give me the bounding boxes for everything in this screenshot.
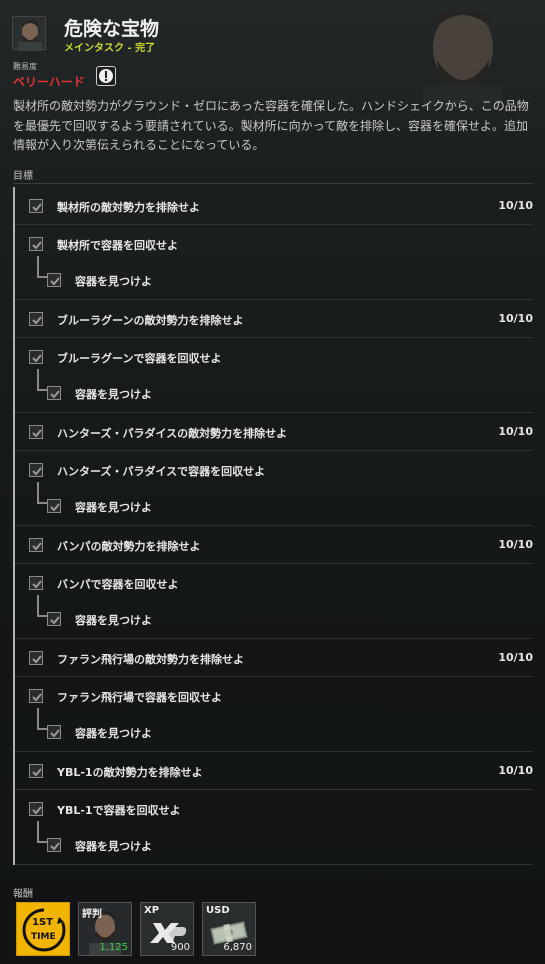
- subobjective-text: 容器を見つけよ: [75, 501, 152, 514]
- checkbox-checked-icon: [29, 350, 43, 364]
- checkbox-checked-icon: [47, 386, 61, 400]
- checkbox-checked-icon: [29, 538, 43, 552]
- reward-usd[interactable]: USD 6,870: [202, 902, 256, 956]
- checkbox-checked-icon: [47, 499, 61, 513]
- objective-progress: 10/10: [498, 425, 533, 438]
- xp-value: 900: [170, 942, 190, 953]
- checkbox-checked-icon: [29, 802, 43, 816]
- objective-text: バンパで容器を回収せよ: [57, 578, 179, 591]
- first-time-icon: [22, 907, 66, 952]
- objective-group-eliminate: YBL-1の敵対勢力を排除せよ 10/10: [13, 752, 533, 790]
- checkbox-checked-icon: [29, 237, 43, 251]
- xp-title: XP: [144, 905, 160, 916]
- checkbox-checked-icon: [29, 425, 43, 439]
- checkbox-checked-icon: [47, 838, 61, 852]
- reputation-title: 評判: [82, 909, 102, 920]
- objective-row[interactable]: ファラン飛行場で容器を回収せよ: [15, 677, 533, 713]
- divider: [13, 183, 533, 184]
- divider: [15, 864, 533, 865]
- difficulty-value: ベリーハード: [13, 75, 85, 89]
- objective-row[interactable]: ファラン飛行場の敵対勢力を排除せよ 10/10: [15, 639, 533, 675]
- objective-group-collect: バンパで容器を回収せよ容器を見つけよ: [13, 564, 533, 639]
- objective-group-collect: YBL-1で容器を回収せよ容器を見つけよ: [13, 790, 533, 865]
- subobjective-row[interactable]: 容器を見つけよ: [15, 713, 533, 749]
- objective-row[interactable]: バンパで容器を回収せよ: [15, 564, 533, 600]
- objective-group-eliminate: ファラン飛行場の敵対勢力を排除せよ 10/10: [13, 639, 533, 677]
- usd-value: 6,870: [223, 942, 252, 953]
- objective-text: バンパの敵対勢力を排除せよ: [57, 540, 201, 553]
- checkbox-checked-icon: [29, 199, 43, 213]
- objective-text: ブルーラグーンの敵対勢力を排除せよ: [57, 314, 244, 327]
- subobjective-text: 容器を見つけよ: [75, 840, 152, 853]
- reward-reputation[interactable]: 評判 1,125: [78, 902, 132, 956]
- subobjective-text: 容器を見つけよ: [75, 388, 152, 401]
- reward-first-time[interactable]: 1ST TIME: [16, 902, 70, 956]
- subobjective-row[interactable]: 容器を見つけよ: [15, 600, 533, 636]
- objective-row[interactable]: ハンターズ・パラダイスの敵対勢力を排除せよ 10/10: [15, 413, 533, 449]
- objective-text: 製材所の敵対勢力を排除せよ: [57, 201, 200, 214]
- objective-text: ハンターズ・パラダイスで容器を回収せよ: [57, 465, 266, 478]
- first-time-text: TIME: [31, 932, 56, 942]
- checkbox-checked-icon: [29, 689, 43, 703]
- subobjective-row[interactable]: 容器を見つけよ: [15, 374, 533, 410]
- usd-title: USD: [206, 905, 230, 916]
- checkbox-checked-icon: [29, 764, 43, 778]
- checkbox-checked-icon: [47, 612, 61, 626]
- subobjective-row[interactable]: 容器を見つけよ: [15, 487, 533, 523]
- objectives-label: 目標: [13, 171, 33, 182]
- objective-group-collect: ハンターズ・パラダイスで容器を回収せよ容器を見つけよ: [13, 451, 533, 526]
- objective-text: ファラン飛行場で容器を回収せよ: [57, 691, 222, 704]
- checkbox-checked-icon: [29, 576, 43, 590]
- reward-xp[interactable]: XP 900: [140, 902, 194, 956]
- first-time-number: 1ST: [32, 917, 53, 928]
- objective-row[interactable]: YBL-1の敵対勢力を排除せよ 10/10: [15, 752, 533, 788]
- subobjective-text: 容器を見つけよ: [75, 614, 152, 627]
- objective-text: ブルーラグーンで容器を回収せよ: [57, 352, 222, 365]
- rewards-label: 報酬: [13, 889, 33, 900]
- quest-status: メインタスク - 完了: [64, 43, 156, 54]
- checkbox-checked-icon: [47, 273, 61, 287]
- objective-progress: 10/10: [498, 651, 533, 664]
- objective-row[interactable]: ハンターズ・パラダイスで容器を回収せよ: [15, 451, 533, 487]
- objective-text: 製材所で容器を回収せよ: [57, 239, 178, 252]
- checkbox-checked-icon: [29, 312, 43, 326]
- objective-progress: 10/10: [498, 538, 533, 551]
- quest-description: 製材所の敵対勢力がグラウンド・ゼロにあった容器を確保した。ハンドシェイクから、こ…: [13, 99, 529, 152]
- objective-progress: 10/10: [498, 764, 533, 777]
- objective-row[interactable]: バンパの敵対勢力を排除せよ 10/10: [15, 526, 533, 562]
- subobjective-text: 容器を見つけよ: [75, 275, 152, 288]
- objective-progress: 10/10: [498, 312, 533, 325]
- objective-row[interactable]: 製材所で容器を回収せよ: [15, 225, 533, 261]
- objective-text: YBL-1で容器を回収せよ: [57, 804, 181, 817]
- contact-avatar: [12, 16, 46, 51]
- objective-text: ファラン飛行場の敵対勢力を排除せよ: [57, 653, 244, 666]
- objective-group-eliminate: ハンターズ・パラダイスの敵対勢力を排除せよ 10/10: [13, 413, 533, 451]
- objective-text: ハンターズ・パラダイスの敵対勢力を排除せよ: [57, 427, 288, 440]
- objective-group-collect: 製材所で容器を回収せよ容器を見つけよ: [13, 225, 533, 300]
- quest-title: 危険な宝物: [64, 18, 160, 40]
- objective-group-collect: ファラン飛行場で容器を回収せよ容器を見つけよ: [13, 677, 533, 752]
- checkbox-checked-icon: [29, 651, 43, 665]
- objective-group-eliminate: バンパの敵対勢力を排除せよ 10/10: [13, 526, 533, 564]
- objective-row[interactable]: ブルーラグーンの敵対勢力を排除せよ 10/10: [15, 300, 533, 336]
- objective-group-collect: ブルーラグーンで容器を回収せよ容器を見つけよ: [13, 338, 533, 413]
- objective-text: YBL-1の敵対勢力を排除せよ: [57, 766, 203, 779]
- objective-row[interactable]: ブルーラグーンで容器を回収せよ: [15, 338, 533, 374]
- subobjective-row[interactable]: 容器を見つけよ: [15, 826, 533, 862]
- reputation-value: 1,125: [99, 942, 128, 953]
- subobjective-row[interactable]: 容器を見つけよ: [15, 261, 533, 297]
- objective-row[interactable]: 製材所の敵対勢力を排除せよ 10/10: [15, 187, 533, 223]
- objective-row[interactable]: YBL-1で容器を回収せよ: [15, 790, 533, 826]
- objective-group-eliminate: 製材所の敵対勢力を排除せよ 10/10: [13, 187, 533, 225]
- checkbox-checked-icon: [29, 463, 43, 477]
- objective-group-eliminate: ブルーラグーンの敵対勢力を排除せよ 10/10: [13, 300, 533, 338]
- quest-header: 危険な宝物 メインタスク - 完了: [12, 14, 532, 54]
- objective-progress: 10/10: [498, 199, 533, 212]
- difficulty-label: 難易度: [13, 62, 37, 71]
- subobjective-text: 容器を見つけよ: [75, 727, 152, 740]
- checkbox-checked-icon: [47, 725, 61, 739]
- alert-icon[interactable]: [96, 66, 116, 86]
